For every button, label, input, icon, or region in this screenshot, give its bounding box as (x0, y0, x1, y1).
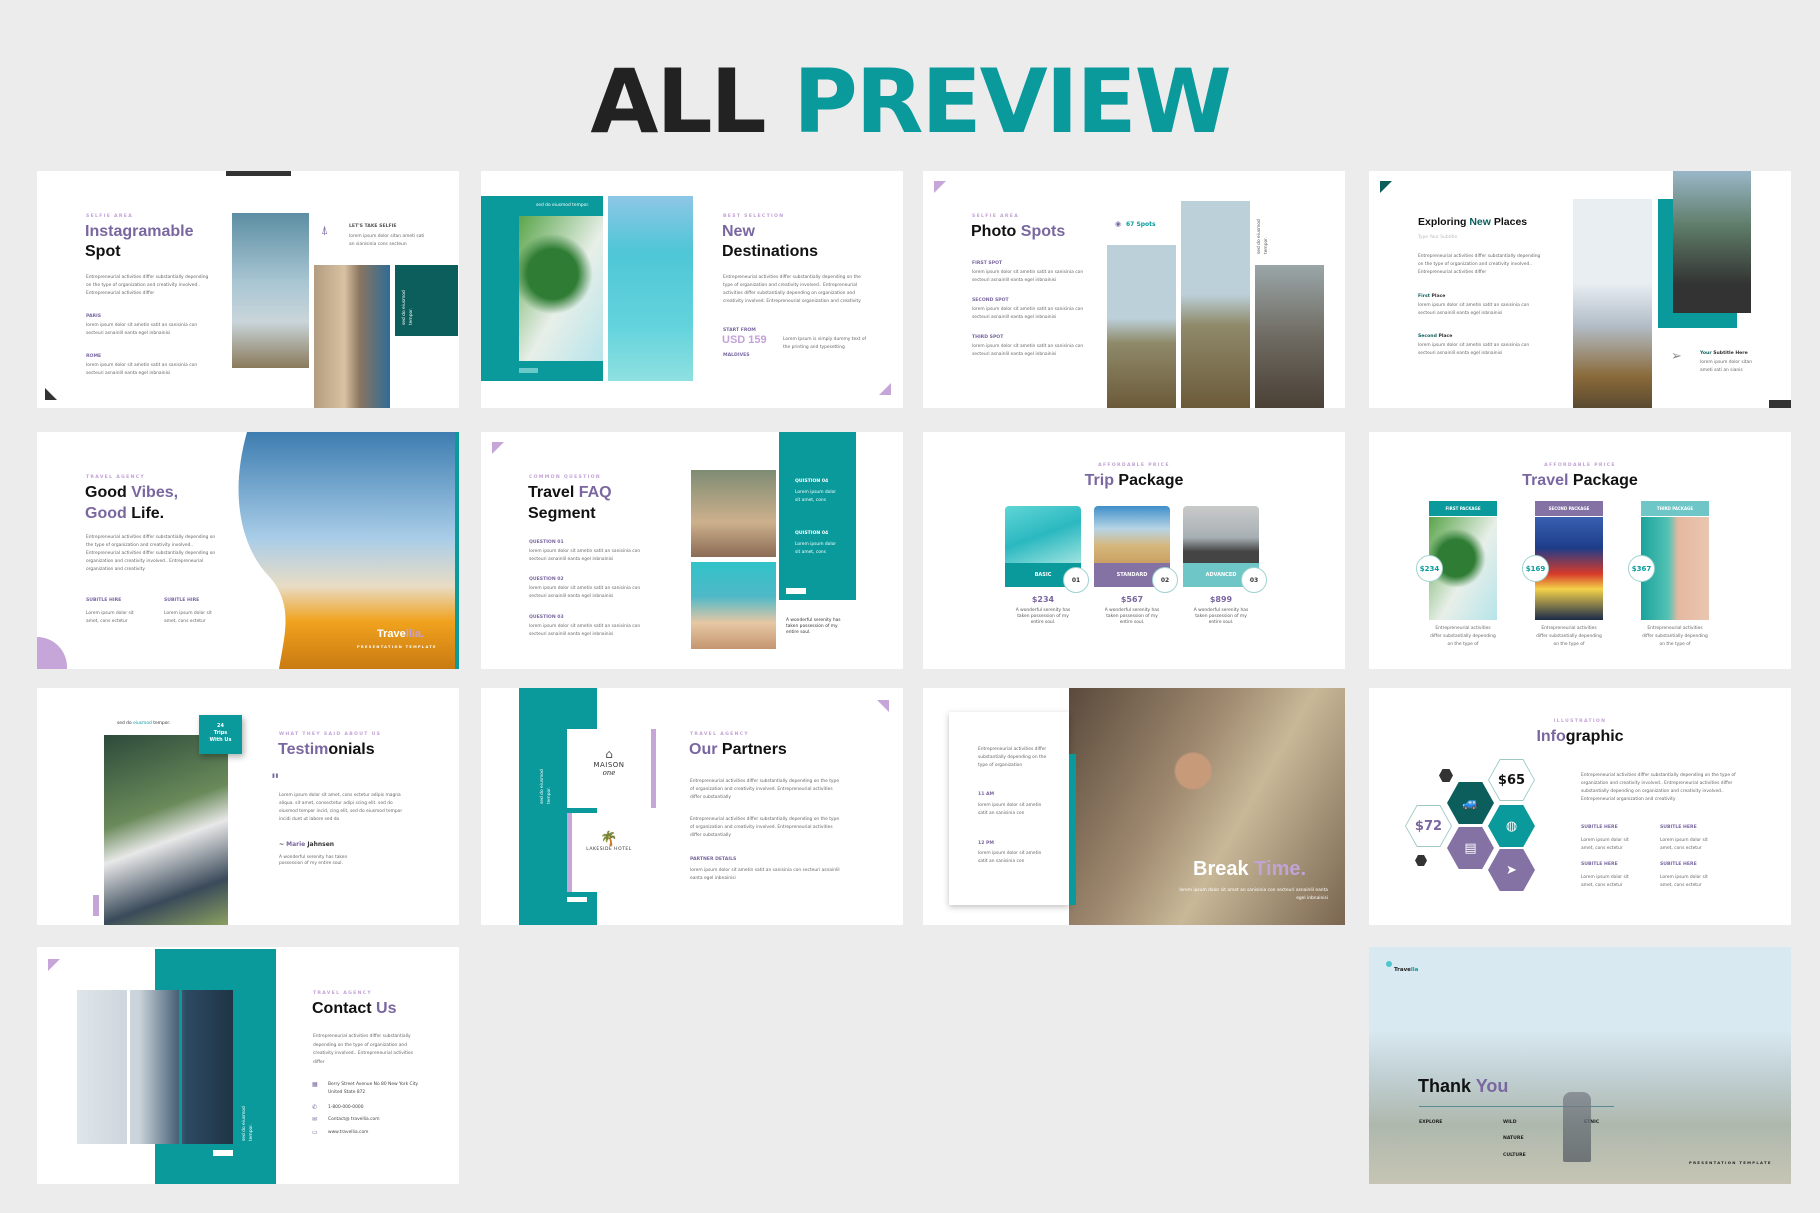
slide-photo-spots[interactable]: SELFIE AREA Photo Spots FIRST SPOT lorem… (923, 171, 1345, 408)
car-icon: 🚙 (1447, 782, 1494, 824)
globe-icon: ◍ (1488, 805, 1535, 847)
arc-photo (314, 265, 390, 408)
accent-bar (651, 729, 656, 808)
accent-bar (213, 1150, 233, 1156)
hiker-figure (1563, 1092, 1591, 1162)
building-icon: ▦ (312, 1081, 318, 1088)
teal-strip (1069, 754, 1076, 905)
brand-logo: Travellia. (377, 628, 425, 640)
package-price: $234 (1416, 555, 1443, 582)
package-price: $367 (1628, 555, 1655, 582)
photo-strip-3 (182, 990, 233, 1144)
mail-icon: ✉ (312, 1116, 318, 1123)
corner-triangle (492, 442, 504, 454)
accent-bar (93, 895, 99, 916)
package-header: FIRST PACKAGE (1429, 501, 1497, 516)
logo-dot (1386, 961, 1392, 967)
slide-good-vibes[interactable]: TRAVEL AGENCY Good Vibes, Good Life. Ent… (37, 432, 459, 669)
accent-bar (226, 171, 291, 176)
accent-bar (567, 813, 572, 892)
package-price: $234 (1031, 595, 1055, 604)
island-photo (519, 216, 603, 361)
hex-value-65: $65 (1488, 759, 1535, 801)
slide-infographic[interactable]: ILLUSTRATION Infographic $65 🚙 $72 ◍ ▤ ➤… (1369, 688, 1791, 925)
quote-icon: " (271, 770, 280, 789)
slide-trip-package[interactable]: AFFORDABLE PRICE Trip Package BASIC 01 $… (923, 432, 1345, 669)
accent-bar (1769, 400, 1791, 408)
terrace-photo (1673, 171, 1751, 313)
slide-travel-faq[interactable]: COMMON QUESTION Travel FAQ Segment QUEST… (481, 432, 903, 669)
camera-icon: ◉ (1115, 220, 1122, 228)
package-photo (1094, 506, 1170, 563)
hiker-photo (104, 735, 228, 925)
corner-triangle (45, 388, 57, 400)
brand-logo: Travella (1394, 967, 1419, 973)
package-header: SECOND PACKAGE (1535, 501, 1603, 516)
package-price: $899 (1209, 595, 1233, 604)
eiffel-tower-icon: ⍋ (321, 223, 329, 237)
snorkel-photo (608, 196, 693, 381)
dark-teal-box: sed do eiusmod tempor. (395, 265, 458, 336)
small-hex (1415, 855, 1427, 866)
trips-badge: 24 Trips With Us (199, 715, 242, 754)
paper-plane-icon: ➤ (1488, 849, 1535, 891)
corner-triangle (48, 959, 60, 971)
package-number: 01 (1063, 567, 1089, 593)
slide-contact-us[interactable]: sed do eiusmod tempor. TRAVEL AGENCY Con… (37, 947, 459, 1184)
photo-strip-2 (130, 990, 179, 1144)
friends-photo-1 (691, 470, 776, 557)
package-number: 03 (1241, 567, 1267, 593)
package-photo (1005, 506, 1081, 563)
slide-our-partners[interactable]: sed do eiusmod tempor. ⌂ MAISON one 🌴 LA… (481, 688, 903, 925)
house-icon: ⌂ (605, 747, 613, 761)
slide-break-time[interactable]: Entrepreneurial activities differ substa… (923, 688, 1345, 925)
paris-photo (1573, 199, 1652, 408)
laptop-icon: ▭ (312, 1129, 318, 1136)
luggage-icon: ▤ (1447, 827, 1494, 869)
slide-testimonials[interactable]: sed do eiusmod tempor. 24 Trips With Us WH… (37, 688, 459, 925)
package-header: THIRD PACKAGE (1641, 501, 1709, 516)
accent-bar (519, 368, 538, 373)
partner-logo-lakeside: 🌴 LAKESIDE HOTEL (567, 813, 651, 892)
spot-photo-3 (1255, 265, 1324, 408)
accent-bar (786, 588, 806, 594)
paper-plane-icon: ➢ (1671, 349, 1682, 364)
spot-photo-1 (1107, 245, 1176, 408)
corner-triangle (1380, 181, 1392, 193)
photo-strip-1 (77, 990, 127, 1144)
partner-logo-maison: ⌂ MAISON one (567, 729, 651, 808)
package-price: $169 (1522, 555, 1549, 582)
slide-new-destinations[interactable]: sed do eiusmod tempor. BEST SELECTION Ne… (481, 171, 903, 408)
small-hex (1439, 769, 1453, 782)
corner-triangle (877, 700, 889, 712)
package-number: 02 (1152, 567, 1178, 593)
van-beach-photo (235, 432, 459, 669)
corner-triangle (934, 181, 946, 193)
palm-hotel-icon: 🌴 (600, 831, 618, 847)
teal-strip (455, 432, 459, 669)
spot-photo-2 (1181, 201, 1250, 408)
phone-icon: ✆ (312, 1104, 318, 1111)
package-photo (1183, 506, 1259, 563)
accent-bar (567, 897, 587, 902)
teal-block: QUISTION 04 Lorem ipsum dolor sit amet, … (779, 432, 856, 600)
slide-thank-you[interactable]: Travella Thank You EXPLORE WILD NATURE C… (1369, 947, 1791, 1184)
slide-instagramable-spot[interactable]: SELFIE AREA Instagramable Spot Entrepren… (37, 171, 459, 408)
slide-travel-package[interactable]: AFFORDABLE PRICE Travel Package FIRST PA… (1369, 432, 1791, 669)
purple-circle (37, 637, 67, 669)
eiffel-photo (232, 213, 309, 368)
slide-exploring-new-places[interactable]: Exploring New Places Type Your Subtitle … (1369, 171, 1791, 408)
friends-photo-2 (691, 562, 776, 649)
package-price: $567 (1120, 595, 1144, 604)
page-title: ALL PREVIEW (590, 50, 1231, 153)
corner-triangle (879, 383, 891, 395)
hex-value-72: $72 (1405, 805, 1452, 847)
